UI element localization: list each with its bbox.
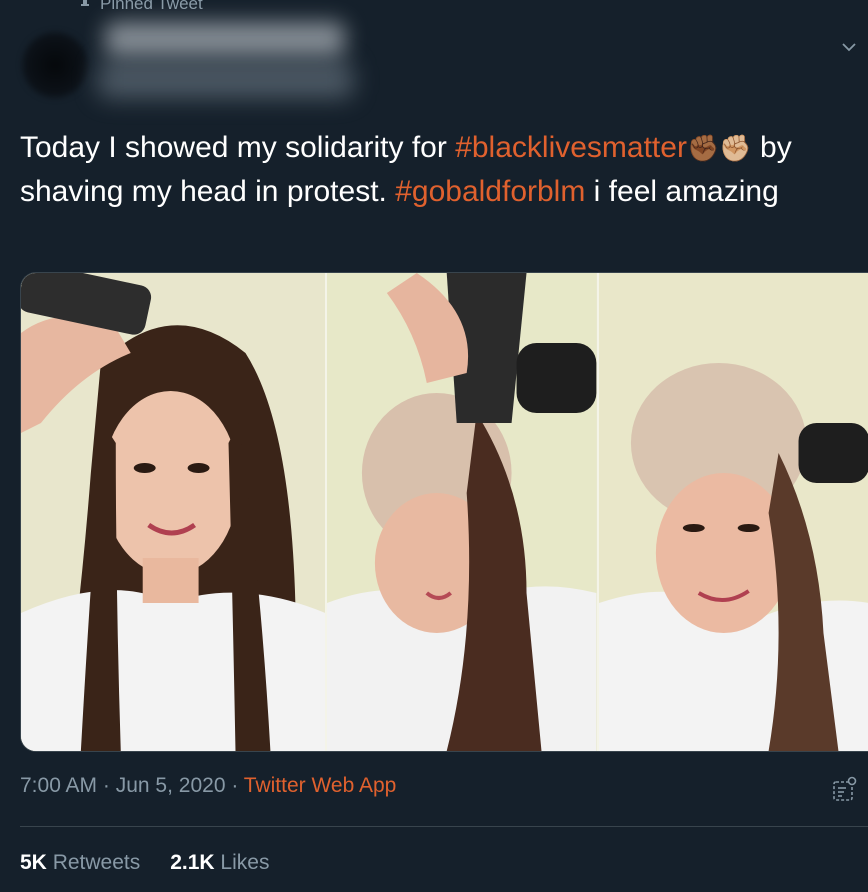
tweet[interactable]: Pinned Tweet Today I showed my solidarit…	[0, 0, 868, 892]
meta-separator: ·	[225, 774, 244, 797]
pinned-label-text: Pinned Tweet	[100, 0, 203, 13]
retweets-count: 5K	[20, 851, 47, 874]
tweet-text: Today I showed my solidarity for #blackl…	[20, 126, 850, 214]
tweet-timestamp[interactable]: 7:00 AM	[20, 774, 97, 797]
retweets-stat[interactable]: 5K Retweets	[20, 851, 140, 875]
meta-separator: ·	[97, 774, 116, 797]
hashtag-gobaldforblm[interactable]: #gobaldforblm	[395, 175, 585, 208]
photo-panel-shaved	[596, 273, 868, 751]
username-blurred[interactable]	[98, 62, 353, 98]
likes-stat[interactable]: 2.1K Likes	[170, 851, 269, 875]
tweet-meta: 7:00 AM · Jun 5, 2020 · Twitter Web App	[20, 774, 396, 798]
likes-count: 2.1K	[170, 851, 215, 874]
tweet-text-part1: Today I showed my solidarity for	[20, 131, 456, 164]
likes-label: Likes	[214, 851, 270, 874]
tweet-media-image[interactable]	[20, 272, 868, 752]
caret-down-icon[interactable]	[840, 38, 858, 56]
tweet-source-link[interactable]: Twitter Web App	[244, 774, 397, 797]
tweet-text-part3: i feel amazing	[585, 175, 779, 208]
raised-fist-emoji: ✊🏾✊🏼	[686, 133, 752, 163]
photo-panel-long-hair	[21, 273, 326, 751]
retweets-label: Retweets	[46, 851, 141, 874]
photo-panel-shaving	[325, 273, 597, 751]
pin-icon	[81, 0, 89, 6]
avatar[interactable]	[22, 32, 88, 98]
engagement-stats: 5K Retweets 2.1K Likes	[20, 851, 269, 875]
pinned-tweet-label: Pinned Tweet	[78, 0, 203, 14]
tweet-date[interactable]: Jun 5, 2020	[116, 774, 226, 797]
divider	[20, 826, 868, 827]
display-name-blurred[interactable]	[105, 22, 345, 56]
analytics-icon[interactable]	[832, 776, 858, 802]
hashtag-blacklivesmatter[interactable]: #blacklivesmatter	[455, 131, 687, 164]
